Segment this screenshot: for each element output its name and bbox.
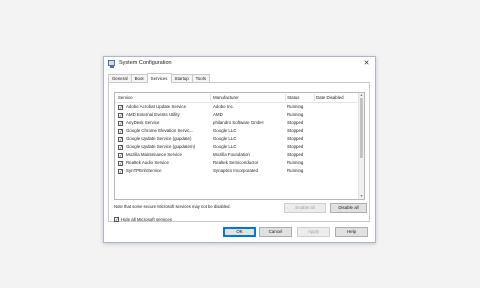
services-panel: Service Manufacturer Status Date Disable… [108, 82, 370, 222]
table-row[interactable]: ✓ Google Update Service (gupdatem) Googl… [115, 143, 358, 151]
service-manufacturer: Synaptics Incorporated [213, 168, 258, 173]
service-name: Google Chrome Elevation Servic... [126, 128, 194, 133]
service-checkbox[interactable]: ✓ [118, 160, 123, 166]
window-title: System Configuration [119, 60, 172, 66]
table-row[interactable]: ✓ Google Update Service (gupdate) Google… [115, 135, 358, 143]
service-status: Running [287, 160, 304, 165]
service-status: Running [287, 104, 304, 109]
title-bar[interactable]: System Configuration ✕ [104, 57, 375, 71]
table-row[interactable]: ✓ SynTPEnhService Synaptics Incorporated… [115, 167, 358, 175]
hide-microsoft-services-label: Hide all Microsoft services [121, 217, 172, 222]
services-list: Service Manufacturer Status Date Disable… [114, 92, 365, 200]
service-manufacturer: Mozilla Foundation [213, 152, 250, 157]
service-name: Mozilla Maintenance Service [126, 152, 182, 157]
service-checkbox[interactable]: ✓ [118, 120, 123, 126]
service-name: Adobe Acrobat Update Service [126, 104, 187, 109]
service-checkbox[interactable]: ✓ [118, 112, 123, 118]
column-header-service[interactable]: Service [118, 93, 208, 102]
scrollbar-thumb[interactable] [360, 98, 363, 158]
column-header-status[interactable]: Status [287, 93, 315, 102]
column-header-manufacturer[interactable]: Manufacturer [213, 93, 283, 102]
table-row[interactable]: ✓ AnyDesk Service philandro Software Gmb… [115, 119, 358, 127]
service-manufacturer: AMD [213, 112, 223, 117]
scroll-down-arrow-icon[interactable]: ▼ [359, 194, 364, 199]
table-row[interactable]: ✓ AMD External Events Utility AMD Runnin… [115, 111, 358, 119]
service-manufacturer: Google LLC [213, 136, 237, 141]
column-divider[interactable] [285, 94, 286, 101]
service-checkbox[interactable]: ✓ [118, 168, 123, 174]
apply-button[interactable]: Apply [297, 227, 330, 237]
service-manufacturer: philandro Software GmbH [213, 120, 264, 125]
service-status: Running [287, 168, 304, 173]
service-manufacturer: Realtek Semiconductor [213, 160, 259, 165]
disable-all-button[interactable]: Disable all [330, 203, 367, 213]
service-name: Google Update Service (gupdate) [126, 136, 192, 141]
service-status: Stopped [287, 120, 304, 125]
table-row[interactable]: ✓ Realtek Audio Service Realtek Semicond… [115, 159, 358, 167]
column-divider[interactable] [314, 94, 315, 101]
service-status: Stopped [287, 136, 304, 141]
service-status: Stopped [287, 128, 304, 133]
service-name: Realtek Audio Service [126, 160, 169, 165]
service-name: AMD External Events Utility [126, 112, 180, 117]
hide-microsoft-services-checkbox[interactable]: ✓ [114, 217, 119, 222]
column-divider[interactable] [210, 94, 211, 101]
list-header: Service Manufacturer Status Date Disable… [115, 93, 358, 103]
msconfig-icon [108, 60, 115, 68]
close-icon[interactable]: ✕ [362, 59, 371, 68]
services-rows: ✓ Adobe Acrobat Update Service Adobe Inc… [115, 103, 358, 175]
enable-all-button[interactable]: Enable all [284, 203, 326, 213]
service-checkbox[interactable]: ✓ [118, 136, 123, 142]
service-name: Google Update Service (gupdatem) [126, 144, 196, 149]
help-button[interactable]: Help [335, 227, 368, 237]
service-manufacturer: Google LLC [213, 144, 237, 149]
table-row[interactable]: ✓ Mozilla Maintenance Service Mozilla Fo… [115, 151, 358, 159]
service-status: Running [287, 112, 304, 117]
service-manufacturer: Adobe Inc. [213, 104, 234, 109]
service-status: Stopped [287, 144, 304, 149]
service-name: SynTPEnhService [126, 168, 162, 173]
service-checkbox[interactable]: ✓ [118, 144, 123, 150]
cancel-button[interactable]: Cancel [259, 227, 292, 237]
ok-button[interactable]: OK [223, 227, 256, 237]
service-status: Stopped [287, 152, 304, 157]
secure-services-note: Note that some secure Microsoft services… [114, 204, 231, 209]
table-row[interactable]: ✓ Adobe Acrobat Update Service Adobe Inc… [115, 103, 358, 111]
service-checkbox[interactable]: ✓ [118, 104, 123, 110]
service-checkbox[interactable]: ✓ [118, 152, 123, 158]
tab-services[interactable]: Services [146, 73, 172, 83]
table-row[interactable]: ✓ Google Chrome Elevation Servic... Goog… [115, 127, 358, 135]
service-checkbox[interactable]: ✓ [118, 128, 123, 134]
vertical-scrollbar[interactable]: ▲ ▼ [358, 93, 364, 199]
service-manufacturer: Google LLC [213, 128, 237, 133]
system-configuration-window: System Configuration ✕ General Boot Serv… [103, 56, 376, 243]
service-name: AnyDesk Service [126, 120, 160, 125]
column-header-date-disabled[interactable]: Date Disabled [316, 93, 358, 102]
